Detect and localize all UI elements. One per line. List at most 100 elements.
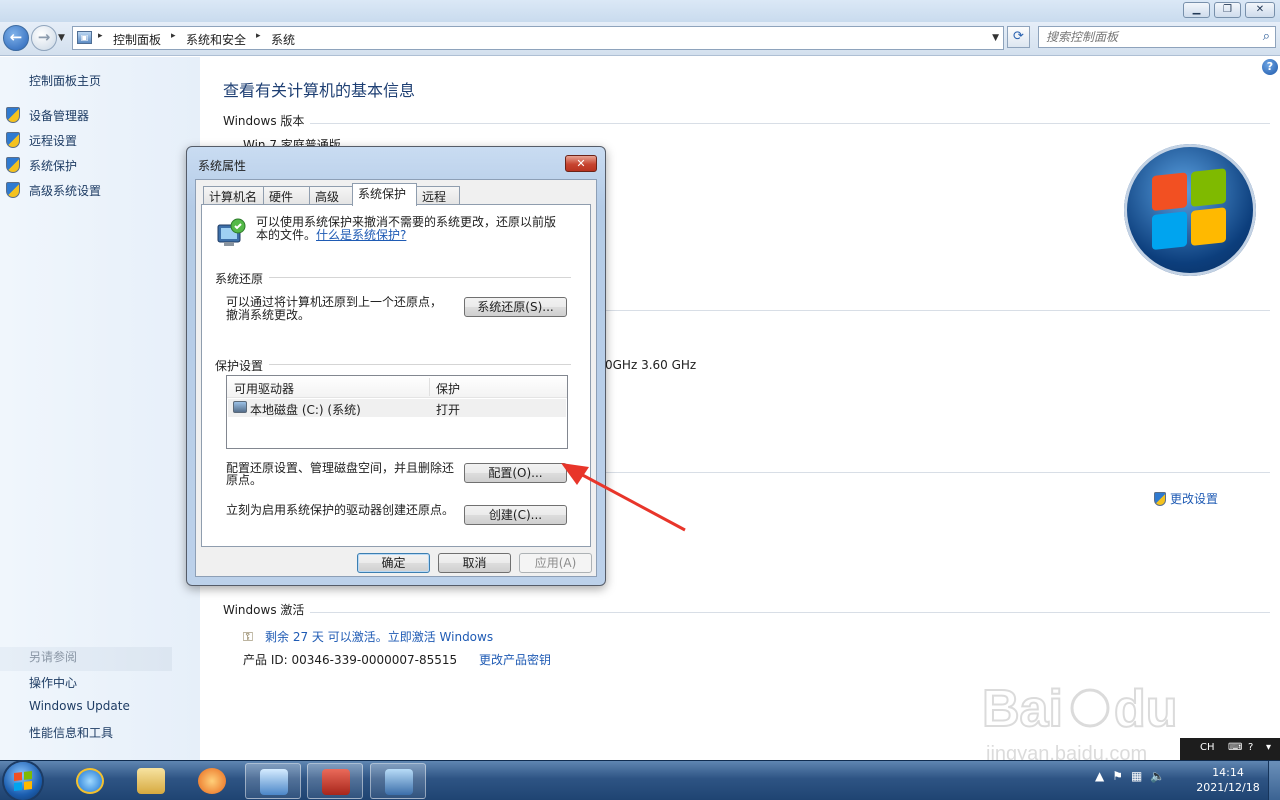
folder-icon — [137, 768, 165, 794]
refresh-button[interactable]: ⟳ — [1007, 26, 1030, 48]
minimize-button[interactable]: ▁ — [1183, 2, 1210, 18]
see-also-heading: 另请参阅 — [0, 647, 172, 671]
sidebar-item-system-protection[interactable]: 系统保护 — [6, 156, 77, 174]
system-restore-description: 可以通过将计算机还原到上一个还原点， — [226, 295, 443, 309]
language-bar-options-icon[interactable]: ▾ — [1266, 742, 1271, 753]
search-icon[interactable]: ⌕ — [1263, 29, 1270, 44]
volume-icon[interactable]: 🔈 — [1150, 769, 1165, 783]
maximize-button[interactable]: ❐ — [1214, 2, 1241, 18]
sidebar-link-windows-update[interactable]: Windows Update — [29, 699, 130, 713]
system-restore-button[interactable]: 系统还原(S)... — [464, 297, 567, 317]
uac-shield-icon — [1154, 491, 1166, 506]
tab-hardware[interactable]: 硬件 — [263, 186, 310, 206]
taskbar-media-player[interactable] — [184, 763, 240, 799]
system-protection-description: 可以使用系统保护来撤消不需要的系统更改，还原以前版 本的文件。什么是系统保护? — [256, 216, 576, 242]
window-titlebar: ▁ ❐ ✕ — [0, 0, 1280, 22]
windows-logo-icon — [1124, 144, 1256, 276]
uac-shield-icon — [6, 182, 20, 198]
product-id-text: 产品 ID: 00346-339-0000007-85515 — [243, 653, 458, 667]
uac-shield-icon — [6, 107, 20, 123]
address-dropdown-icon[interactable]: ▼ — [992, 33, 999, 43]
media-player-icon — [198, 768, 226, 794]
network-icon[interactable]: ▦ — [1131, 769, 1142, 783]
help-icon[interactable]: ? — [1248, 742, 1253, 753]
system-protection-icon — [217, 218, 246, 246]
edition-heading: Windows 版本 — [223, 114, 305, 128]
address-bar[interactable]: ▣ ▸ 控制面板 ▸ 系统和安全 ▸ 系统 ▼ — [72, 26, 1004, 50]
forward-button[interactable]: → — [31, 25, 57, 51]
sidebar-item-label: 高级系统设置 — [29, 183, 102, 198]
back-button[interactable]: ← — [3, 25, 29, 51]
start-button[interactable] — [4, 762, 42, 800]
search-box[interactable]: ⌕ — [1038, 26, 1276, 48]
sidebar-link-performance[interactable]: 性能信息和工具 — [29, 724, 113, 741]
system-tray: ▲ ⚑ ▦ 🔈 — [1095, 769, 1165, 783]
cancel-button[interactable]: 取消 — [438, 553, 511, 573]
change-settings-link[interactable]: 更改设置 — [1154, 490, 1218, 507]
taskbar-clock[interactable]: 14:14 2021/12/18 — [1192, 765, 1264, 795]
taskbar-explorer[interactable] — [123, 763, 179, 799]
breadcrumb-separator-icon[interactable]: ▸ — [256, 31, 261, 41]
sidebar-item-remote-settings[interactable]: 远程设置 — [6, 131, 77, 149]
breadcrumb-system-security[interactable]: 系统和安全 — [186, 31, 246, 48]
configure-button[interactable]: 配置(O)... — [464, 463, 567, 483]
protection-settings-group-label: 保护设置 — [215, 357, 270, 374]
breadcrumb-separator-icon[interactable]: ▸ — [171, 31, 176, 41]
language-bar[interactable]: CH ⌨ ? ▾ — [1180, 738, 1280, 760]
change-product-key-link[interactable]: 更改产品密钥 — [479, 653, 551, 667]
description-line: 本的文件。 — [256, 228, 317, 242]
section-divider — [606, 472, 1270, 473]
column-separator[interactable] — [429, 378, 430, 396]
create-button[interactable]: 创建(C)... — [464, 505, 567, 525]
clock-time: 14:14 — [1212, 766, 1244, 779]
sidebar-item-device-manager[interactable]: 设备管理器 — [6, 106, 89, 124]
activation-link[interactable]: ⚿ 剩余 27 天 可以激活。立即激活 Windows — [243, 628, 493, 645]
system-properties-dialog: 系统属性 ✕ 计算机名 硬件 高级 系统保护 远程 可以使用系统保护来撤消不需要… — [186, 146, 606, 586]
show-desktop-button[interactable] — [1268, 761, 1280, 800]
taskbar-toolbox[interactable] — [307, 763, 363, 799]
breadcrumb-system[interactable]: 系统 — [271, 31, 295, 48]
breadcrumb-control-panel[interactable]: 控制面板 — [113, 31, 161, 48]
sidebar-item-label: 远程设置 — [29, 133, 78, 148]
activation-heading: Windows 激活 — [223, 603, 305, 617]
sidebar-link-action-center[interactable]: 操作中心 — [29, 674, 77, 691]
section-divider — [606, 310, 1270, 311]
action-center-flag-icon[interactable]: ⚑ — [1112, 769, 1123, 783]
help-icon[interactable]: ? — [1262, 59, 1278, 75]
show-hidden-icons-icon[interactable]: ▲ — [1095, 769, 1104, 783]
apply-button[interactable]: 应用(A) — [519, 553, 592, 573]
ime-icon[interactable]: ⌨ — [1228, 742, 1242, 753]
dialog-close-button[interactable]: ✕ — [565, 155, 597, 172]
recent-pages-dropdown-icon[interactable]: ▼ — [58, 33, 65, 43]
close-button[interactable]: ✕ — [1245, 2, 1275, 18]
input-language[interactable]: CH — [1200, 742, 1215, 753]
column-header-protection[interactable]: 保护 — [436, 380, 460, 397]
what-is-system-protection-link[interactable]: 什么是系统保护? — [316, 228, 406, 242]
tab-computer-name[interactable]: 计算机名 — [203, 186, 264, 206]
section-divider — [310, 123, 1270, 124]
breadcrumb-separator-icon[interactable]: ▸ — [98, 31, 103, 41]
taskbar-system-properties[interactable] — [370, 763, 426, 799]
sidebar-item-advanced-settings[interactable]: 高级系统设置 — [6, 181, 101, 199]
drive-list[interactable]: 可用驱动器 保护 本地磁盘 (C:) (系统) 打开 — [226, 375, 568, 449]
system-properties-icon — [385, 769, 413, 795]
control-panel-icon — [260, 769, 288, 795]
toolbox-icon — [322, 769, 350, 795]
taskbar-control-panel[interactable] — [245, 763, 301, 799]
sidebar-home-link[interactable]: 控制面板主页 — [29, 72, 101, 89]
control-panel-icon: ▣ — [77, 31, 92, 44]
key-icon: ⚿ — [243, 629, 253, 645]
column-header-drives[interactable]: 可用驱动器 — [234, 380, 294, 397]
ok-button[interactable]: 确定 — [357, 553, 430, 573]
search-input[interactable] — [1039, 27, 1244, 47]
tab-system-protection[interactable]: 系统保护 — [352, 183, 417, 206]
description-line: 可以使用系统保护来撤消不需要的系统更改，还原以前版 — [256, 215, 557, 229]
table-row[interactable]: 本地磁盘 (C:) (系统) 打开 — [228, 399, 566, 417]
taskbar-internet-explorer[interactable] — [62, 763, 118, 799]
change-settings-label: 更改设置 — [1170, 492, 1219, 506]
tab-remote[interactable]: 远程 — [416, 186, 460, 206]
clock-date: 2021/12/18 — [1196, 781, 1260, 794]
processor-speed: 0GHz 3.60 GHz — [605, 358, 697, 372]
tab-advanced[interactable]: 高级 — [309, 186, 353, 206]
section-divider — [310, 612, 1270, 613]
